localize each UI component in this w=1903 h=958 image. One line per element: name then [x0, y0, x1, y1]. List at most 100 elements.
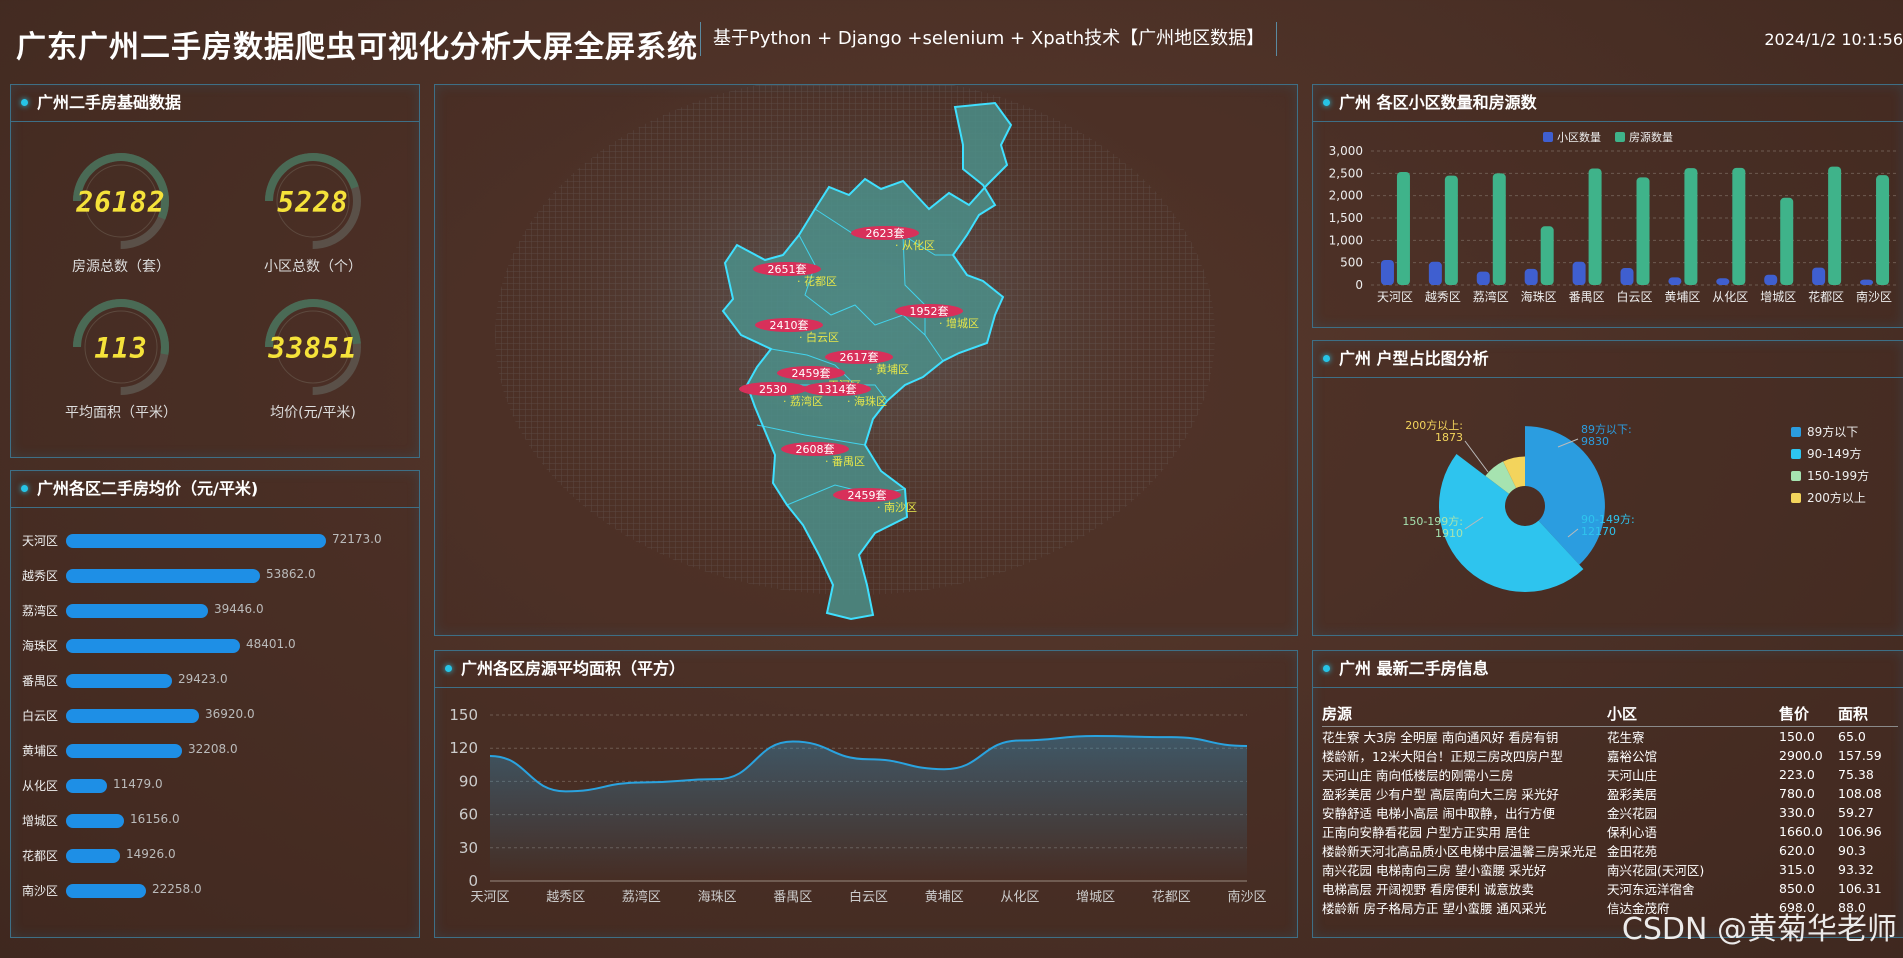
avg-price-title: 广州各区二手房均价（元/平米)	[11, 471, 419, 508]
map-marker-district: · 海珠区	[847, 394, 887, 408]
avg-area-title: 广州各区房源平均面积（平方）	[435, 651, 1297, 688]
bullet-icon	[1323, 99, 1330, 106]
price-cell: 850.0	[1779, 881, 1815, 896]
gauge: 26182	[66, 146, 176, 256]
bar-community[interactable]	[1668, 277, 1682, 285]
bar-community[interactable]	[1572, 261, 1586, 285]
basic-data-title: 广州二手房基础数据	[11, 85, 419, 122]
legend-label[interactable]: 房源数量	[1629, 130, 1673, 144]
bar-listings[interactable]	[1780, 197, 1794, 285]
price-cell: 620.0	[1779, 843, 1815, 858]
pie-label-value: 12170	[1581, 525, 1616, 538]
legend-label[interactable]: 200方以上	[1807, 490, 1866, 505]
gauge-label: 均价(元/平米)	[270, 405, 356, 421]
price-cell: 780.0	[1779, 786, 1815, 801]
bar-listings[interactable]	[1444, 175, 1458, 285]
table-row[interactable]: 电梯高层 开阔视野 看房便利 诚意放卖 天河东远洋宿舍 850.0 106.31	[1322, 879, 1898, 898]
table-row[interactable]: 盈彩美居 少有户型 高层南向大三房 采光好 盈彩美居 780.0 108.08	[1322, 784, 1898, 803]
legend-label[interactable]: 小区数量	[1557, 131, 1601, 144]
table-row[interactable]: 正南向安静看花园 户型方正实用 居住 保利心语 1660.0 106.96	[1322, 822, 1898, 841]
table-row[interactable]: 楼龄新天河北高品质小区电梯中层温馨三房采光足 金田花苑 620.0 90.3	[1322, 841, 1898, 860]
gauge: 113	[66, 292, 176, 402]
bar-community[interactable]	[1620, 268, 1634, 285]
price-bar	[66, 534, 326, 548]
community-count-panel: 广州 各区小区数量和房源数 小区数量 房源数量 0 500 1,000 1,500 2,00…	[1312, 84, 1903, 328]
price-cell: 315.0	[1779, 862, 1815, 877]
bullet-icon	[1323, 665, 1330, 672]
table-row[interactable]: 楼龄新，12米大阳台！正规三房改四房户型 嘉裕公馆 2900.0 157.59	[1322, 746, 1898, 765]
bar-community[interactable]	[1812, 267, 1826, 285]
area-fill	[490, 736, 1247, 881]
x-tick-label: 番禺区	[773, 890, 812, 905]
table-row[interactable]: 安静舒适 电梯小高层 闹中取静，出行方便 金兴花园 330.0 59.27	[1322, 803, 1898, 822]
bullet-icon	[1323, 355, 1330, 362]
bar-listings[interactable]	[1732, 167, 1746, 285]
latest-listings-table: 房源 小区 售价 面积 花生寮 大3房 全明屋 南向通风好 看房有钥 花生寮 150…	[1322, 703, 1898, 917]
map-marker-district: · 白云区	[799, 330, 839, 344]
y-tick-label: 1,500	[1329, 211, 1363, 225]
legend-label[interactable]: 89方以下	[1807, 424, 1858, 439]
price-bar-category: 天河区	[22, 534, 59, 548]
x-tick-label: 南沙区	[1856, 289, 1892, 304]
community-cell: 盈彩美居	[1607, 787, 1658, 802]
page-subtitle: 基于Python + Django +selenium + Xpath技术【广州…	[700, 22, 1278, 56]
legend-swatch	[1615, 132, 1625, 142]
community-count-title: 广州 各区小区数量和房源数	[1313, 85, 1903, 122]
bar-community[interactable]	[1716, 278, 1730, 285]
table-row[interactable]: 花生寮 大3房 全明屋 南向通风好 看房有钥 花生寮 150.0 65.0	[1322, 727, 1898, 747]
bar-community[interactable]	[1524, 268, 1538, 285]
bar-listings[interactable]	[1492, 173, 1506, 285]
gauge: 33851	[258, 292, 368, 402]
bar-community[interactable]	[1476, 271, 1490, 285]
bar-community[interactable]	[1428, 261, 1442, 285]
bullet-icon	[21, 99, 28, 106]
listing-title-cell: 楼龄新，12米大阳台！正规三房改四房户型	[1322, 749, 1563, 764]
pie-label-value: 1910	[1435, 527, 1463, 540]
table-row[interactable]: 南兴花园 电梯南向三房 望小蛮腰 采光好 南兴花园(天河区) 315.0 93.32	[1322, 860, 1898, 879]
area-cell: 65.0	[1838, 729, 1866, 744]
bar-listings[interactable]	[1876, 175, 1890, 285]
bar-listings[interactable]	[1396, 171, 1410, 285]
latest-listings-title: 广州 最新二手房信息	[1313, 651, 1903, 688]
bar-listings[interactable]	[1828, 166, 1842, 285]
price-bar-row: 海珠区 48401.0	[10, 635, 410, 655]
price-bar-category: 越秀区	[22, 569, 59, 583]
x-tick-label: 越秀区	[1425, 290, 1461, 304]
y-tick-label: 2,500	[1329, 166, 1363, 180]
x-tick-label: 从化区	[1000, 890, 1039, 905]
bar-listings[interactable]	[1684, 168, 1698, 285]
pie-label-name: 90-149方:	[1581, 512, 1635, 526]
table-header-row: 房源 小区 售价 面积	[1322, 703, 1898, 727]
x-tick-label: 南沙区	[1227, 889, 1266, 905]
bar-listings[interactable]	[1588, 168, 1602, 285]
community-count-chart: 小区数量 房源数量 0 500 1,000 1,500 2,000 2,500 3,000 天河区…	[1329, 130, 1898, 304]
area-cell: 106.31	[1838, 881, 1882, 896]
listing-title-cell: 南兴花园 电梯南向三房 望小蛮腰 采光好	[1322, 863, 1547, 878]
table-row[interactable]: 天河山庄 南向低楼层的刚需小三房 天河山庄 223.0 75.38	[1322, 765, 1898, 784]
bar-listings[interactable]	[1636, 177, 1650, 285]
listing-title-cell: 楼龄新天河北高品质小区电梯中层温馨三房采光足	[1322, 844, 1598, 859]
map-marker-district: · 南沙区	[877, 501, 917, 514]
price-bar-row: 越秀区 53862.0	[10, 565, 410, 585]
price-cell: 330.0	[1779, 805, 1815, 820]
layout-pie-chart: 89方以下:9830 89方以下 90-149方:12170 90-149方 150-1…	[1402, 418, 1869, 592]
bar-listings[interactable]	[1540, 226, 1554, 285]
y-tick-label: 0	[1355, 278, 1363, 292]
legend-label[interactable]: 150-199方	[1807, 468, 1869, 483]
price-bar-row: 天河区 72173.0	[10, 530, 410, 550]
price-bar	[66, 639, 240, 653]
x-tick-label: 白云区	[849, 889, 888, 905]
listing-title-cell: 天河山庄 南向低楼层的刚需小三房	[1322, 768, 1514, 783]
area-cell: 75.38	[1838, 767, 1874, 782]
legend-swatch	[1543, 132, 1553, 142]
x-tick-label: 荔湾区	[1473, 289, 1509, 304]
y-tick-label: 120	[449, 739, 478, 757]
bar-community[interactable]	[1380, 259, 1394, 285]
bar-community[interactable]	[1764, 274, 1778, 285]
avg-area-panel: 广州各区房源平均面积（平方） 0 30 60 90 120 150 天河区 越秀区 荔湾区 海珠区…	[434, 650, 1298, 938]
bar-community[interactable]	[1860, 279, 1874, 285]
gauge-label: 平均面积（平米）	[65, 405, 177, 421]
price-bar-value: 29423.0	[178, 672, 228, 686]
legend-label[interactable]: 90-149方	[1807, 446, 1862, 461]
price-bar	[66, 709, 199, 723]
